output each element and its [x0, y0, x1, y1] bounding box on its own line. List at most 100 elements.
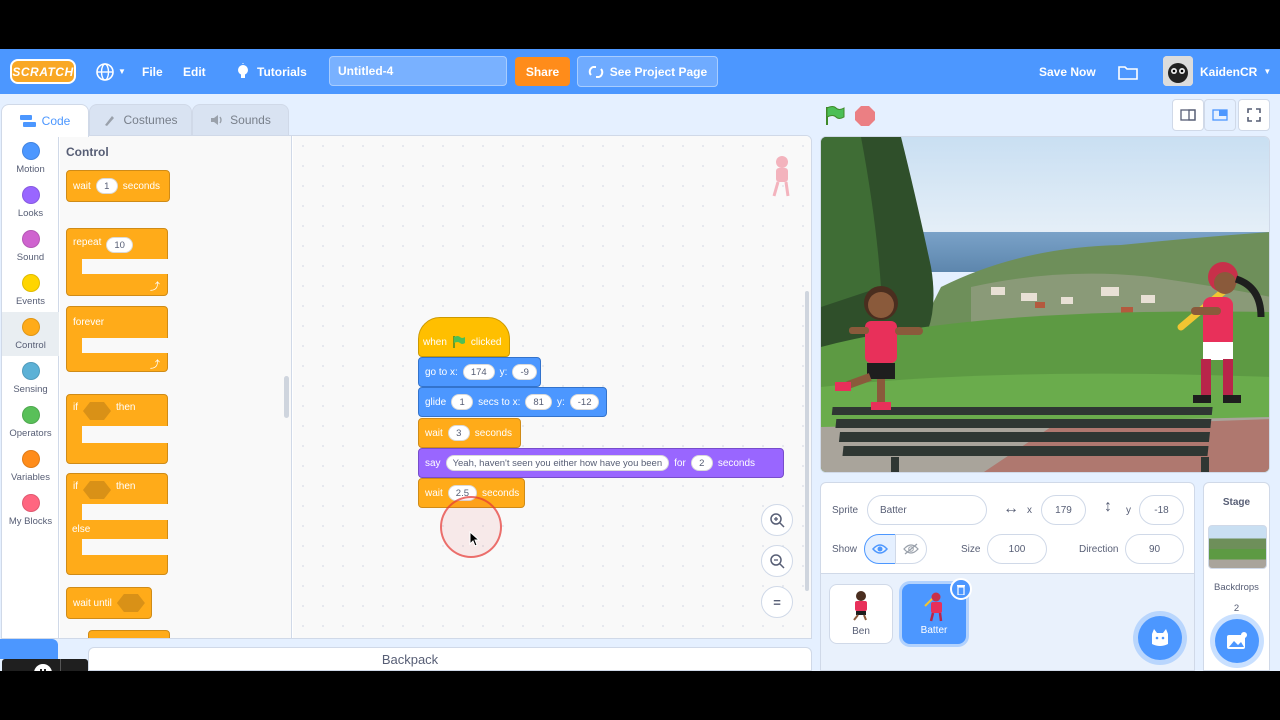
seconds-input[interactable]: 2	[690, 455, 713, 471]
show-label: Show	[832, 544, 858, 555]
category-my-blocks[interactable]: My Blocks	[2, 488, 59, 532]
size-input[interactable]: 100	[987, 534, 1047, 564]
glide-block[interactable]: glide 1 secs to x: 81 y: -12	[418, 387, 607, 417]
green-flag-icon	[826, 106, 845, 125]
category-label: Motion	[16, 164, 45, 175]
go-to-xy-block[interactable]: go to x: 174 y: -9	[418, 357, 541, 387]
c-block-mouth	[82, 338, 170, 353]
category-motion[interactable]: Motion	[2, 136, 59, 180]
file-menu[interactable]: File	[142, 49, 163, 94]
sprite-info-panel: Sprite Batter ↔ x 179 ↕ y -18 Show Size …	[820, 482, 1195, 574]
share-button[interactable]: Share	[515, 57, 570, 86]
stop-button[interactable]	[854, 105, 876, 132]
block-text: if	[73, 481, 78, 492]
secs-input[interactable]: 1	[451, 394, 474, 410]
delete-sprite-button[interactable]	[950, 578, 972, 600]
project-title-input[interactable]: Untitled-4	[329, 56, 507, 86]
control-dot-icon	[21, 318, 40, 336]
choose-sprite-button[interactable]	[1138, 616, 1182, 660]
save-now-button[interactable]: Save Now	[1039, 49, 1096, 94]
account-menu[interactable]: KaidenCR ▼	[1200, 49, 1271, 94]
fullscreen-button[interactable]	[1238, 99, 1270, 131]
backpack-panel[interactable]: Backpack	[88, 647, 812, 671]
category-events[interactable]: Events	[2, 268, 59, 312]
category-label: My Blocks	[8, 516, 53, 527]
category-sensing[interactable]: Sensing	[2, 356, 59, 400]
block-text: wait until	[73, 597, 112, 609]
sprite-name: Batter	[920, 625, 948, 636]
x-input[interactable]: 174	[462, 364, 495, 380]
language-menu[interactable]: ▼	[95, 49, 126, 94]
direction-input[interactable]: 90	[1125, 534, 1184, 564]
block-number-input[interactable]: 10	[106, 237, 133, 253]
palette-wait-until-block[interactable]: wait until	[66, 587, 152, 619]
block-text: say	[425, 457, 441, 469]
category-control[interactable]: Control	[2, 312, 59, 356]
click-highlight-ring	[440, 496, 502, 558]
boolean-slot[interactable]	[116, 594, 145, 612]
sprite-thumb-ben[interactable]: Ben	[829, 584, 893, 644]
sprite-ghost-icon	[772, 156, 790, 197]
zoom-reset-button[interactable]: =	[761, 586, 793, 618]
green-flag-button[interactable]	[824, 105, 846, 132]
y-arrows-icon: ↕	[1104, 498, 1112, 515]
size-label: Size	[961, 544, 981, 555]
category-sound[interactable]: Sound	[2, 224, 59, 268]
boolean-slot[interactable]	[83, 402, 111, 420]
category-operators[interactable]: Operators	[2, 400, 59, 444]
scratch-logo[interactable]: SCRATCH	[10, 59, 76, 84]
events-dot-icon	[21, 274, 40, 292]
palette-repeat-until-block[interactable]	[88, 630, 170, 638]
avatar[interactable]	[1163, 56, 1193, 86]
x-position-input[interactable]: 179	[1041, 495, 1086, 525]
see-project-page-button[interactable]: See Project Page	[577, 56, 718, 87]
small-stage-icon	[1180, 109, 1196, 121]
looks-dot-icon	[21, 186, 40, 204]
block-text: seconds	[474, 427, 513, 439]
block-text: for	[674, 457, 686, 469]
my-blocks-dot-icon	[21, 494, 40, 512]
divider	[60, 659, 61, 671]
palette-wait-block[interactable]: wait 1 seconds	[66, 170, 170, 202]
normal-stage-button[interactable]	[1204, 99, 1236, 131]
tab-costumes[interactable]: Costumes	[89, 104, 192, 135]
category-label: Events	[15, 296, 46, 307]
zoom-in-button[interactable]	[761, 504, 793, 536]
tutorials-label: Tutorials	[257, 64, 307, 79]
choose-backdrop-button[interactable]	[1215, 619, 1259, 663]
stage-canvas[interactable]	[820, 136, 1270, 473]
small-stage-button[interactable]	[1172, 99, 1204, 131]
my-stuff-folder-button[interactable]	[1118, 49, 1138, 94]
edit-menu[interactable]: Edit	[183, 49, 206, 94]
block-text: glide	[425, 396, 447, 408]
sprite-name-input[interactable]: Batter	[867, 495, 987, 525]
y-position-input[interactable]: -18	[1139, 495, 1184, 525]
seconds-input[interactable]: 3	[447, 425, 470, 441]
wait-block[interactable]: wait 3 seconds	[418, 418, 521, 448]
block-number-input[interactable]: 1	[95, 178, 118, 194]
say-for-seconds-block[interactable]: say Yeah, haven't seen you either how ha…	[418, 448, 784, 478]
backdrops-label: Backdrops	[1214, 582, 1259, 593]
block-text: go to x:	[425, 366, 458, 378]
say-text-input[interactable]: Yeah, haven't seen you either how have y…	[445, 455, 670, 471]
workspace-vertical-scrollbar[interactable]	[805, 291, 809, 591]
tab-sounds[interactable]: Sounds	[192, 104, 289, 135]
palette-scrollbar[interactable]	[284, 376, 289, 418]
show-visible-button[interactable]	[864, 534, 896, 564]
x-input[interactable]: 81	[525, 394, 552, 410]
c-block-mouth	[82, 426, 170, 443]
tab-code[interactable]: Code	[1, 104, 89, 137]
y-input[interactable]: -9	[512, 364, 537, 380]
extension-button[interactable]	[0, 639, 58, 659]
stop-sign-icon	[855, 106, 875, 126]
category-variables[interactable]: Variables	[2, 444, 59, 488]
y-input[interactable]: -12	[569, 394, 600, 410]
pause-button[interactable]	[34, 664, 52, 671]
show-hidden-button[interactable]	[895, 534, 927, 564]
block-text: seconds	[482, 487, 520, 499]
category-looks[interactable]: Looks	[2, 180, 59, 224]
tutorials-button[interactable]: Tutorials	[235, 49, 307, 94]
boolean-slot[interactable]	[83, 481, 111, 499]
stage-scene	[821, 137, 1269, 472]
zoom-out-button[interactable]	[761, 545, 793, 577]
